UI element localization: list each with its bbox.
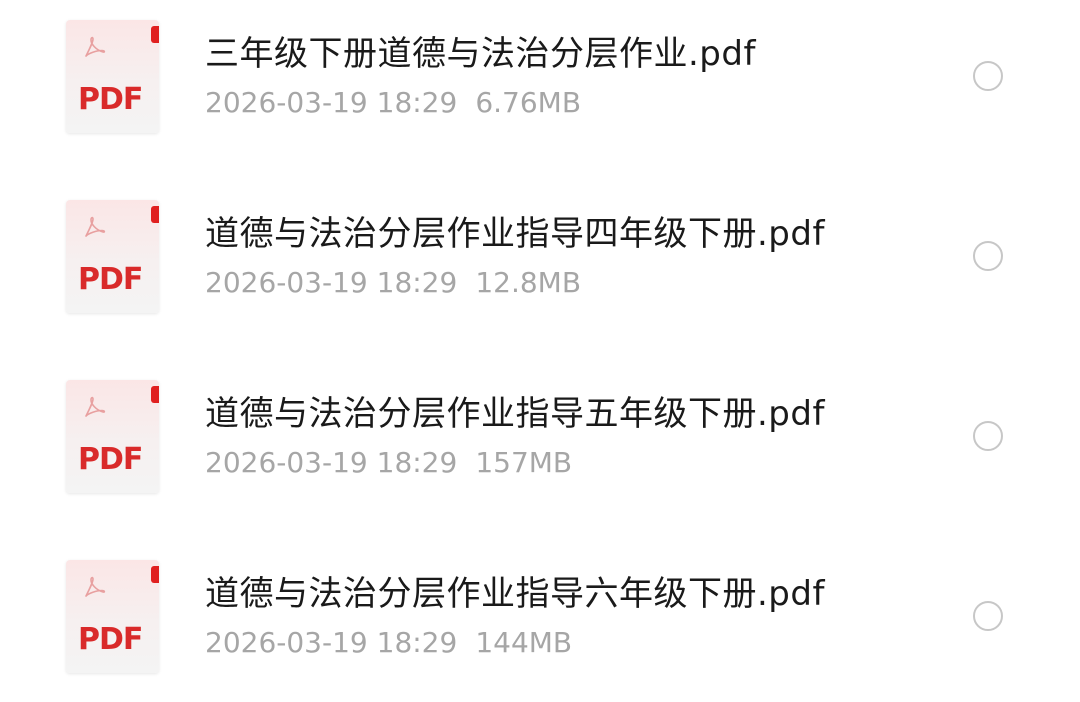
acrobat-icon [85,36,106,57]
select-radio-button[interactable] [973,61,1003,91]
file-name: 三年级下册道德与法治分层作业.pdf [205,34,756,74]
acrobat-icon [85,216,106,237]
file-size: 12.8MB [475,266,582,299]
pdf-corner-tab [151,206,159,223]
file-meta: 2026-03-19 18:29 144MB [205,626,572,659]
file-date: 2026-03-19 18:29 [205,86,458,119]
file-size: 6.76MB [475,86,582,119]
select-radio-button[interactable] [973,421,1003,451]
file-date: 2026-03-19 18:29 [205,626,458,659]
pdf-corner-tab [151,26,159,43]
file-meta: 2026-03-19 18:29 157MB [205,446,572,479]
file-meta: 2026-03-19 18:29 12.8MB [205,266,581,299]
pdf-file-icon: PDF [66,20,159,133]
acrobat-icon [85,576,106,597]
acrobat-icon [85,396,106,417]
pdf-corner-tab [151,386,159,403]
pdf-label: PDF [78,82,143,117]
file-size: 144MB [475,626,573,659]
file-name: 道德与法治分层作业指导六年级下册.pdf [205,574,825,614]
pdf-label: PDF [78,262,143,297]
pdf-label: PDF [78,622,143,657]
file-list-item[interactable]: PDF 道德与法治分层作业指导五年级下册.pdf 2026-03-19 18:2… [0,372,1080,522]
file-name: 道德与法治分层作业指导四年级下册.pdf [205,214,825,254]
pdf-file-icon: PDF [66,200,159,313]
file-list-item[interactable]: PDF 道德与法治分层作业指导四年级下册.pdf 2026-03-19 18:2… [0,192,1080,342]
file-list-item[interactable]: PDF 三年级下册道德与法治分层作业.pdf 2026-03-19 18:29 6… [0,12,1080,162]
pdf-corner-tab [151,566,159,583]
file-date: 2026-03-19 18:29 [205,446,458,479]
select-radio-button[interactable] [973,241,1003,271]
file-list-item[interactable]: PDF 道德与法治分层作业指导六年级下册.pdf 2026-03-19 18:2… [0,552,1080,702]
file-list: PDF 三年级下册道德与法治分层作业.pdf 2026-03-19 18:29 6… [0,0,1080,699]
select-radio-button[interactable] [973,601,1003,631]
file-meta: 2026-03-19 18:29 6.76MB [205,86,581,119]
pdf-file-icon: PDF [66,560,159,673]
file-date: 2026-03-19 18:29 [205,266,458,299]
file-name: 道德与法治分层作业指导五年级下册.pdf [205,394,825,434]
file-size: 157MB [475,446,573,479]
pdf-label: PDF [78,442,143,477]
pdf-file-icon: PDF [66,380,159,493]
